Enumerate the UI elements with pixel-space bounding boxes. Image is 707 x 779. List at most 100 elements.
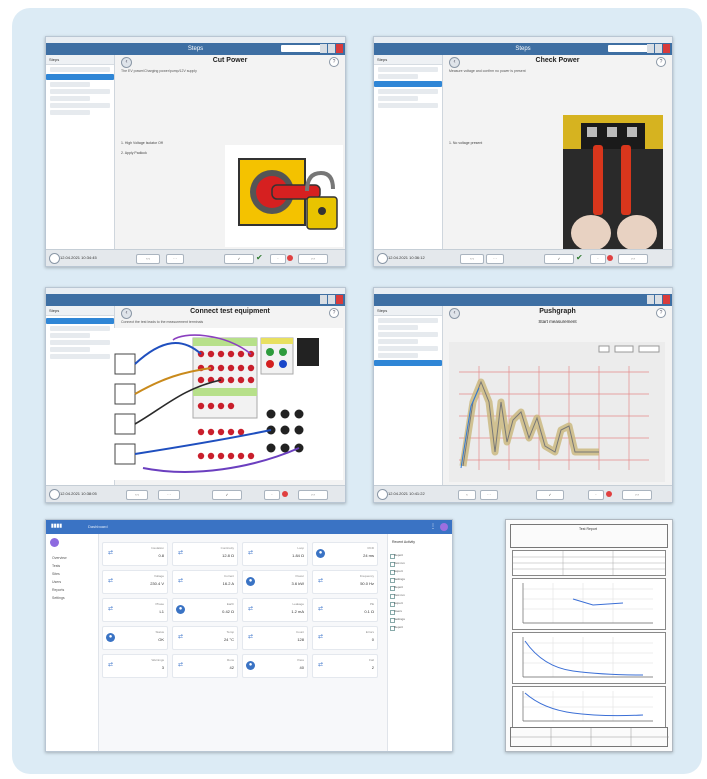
user-avatar-icon[interactable] [377, 253, 388, 264]
action-button[interactable]: · [590, 254, 606, 264]
activity-item[interactable]: Export [394, 569, 403, 573]
nav-button[interactable]: · · [480, 490, 498, 500]
metric-tile[interactable]: ⇄ Voltage 230.4 V [102, 570, 168, 594]
metric-tile[interactable]: ● Pass 40 [242, 654, 308, 678]
action-button[interactable]: · [264, 490, 280, 500]
sidebar-item[interactable] [50, 347, 90, 352]
nav-item[interactable]: Reports [52, 588, 64, 592]
nav-item[interactable]: Overview [52, 556, 67, 560]
sidebar-item[interactable] [378, 346, 438, 351]
sidebar-item[interactable] [50, 82, 90, 87]
sidebar-item-selected[interactable] [374, 81, 442, 87]
sidebar-item-selected[interactable] [374, 360, 442, 366]
sidebar-item[interactable] [378, 96, 418, 101]
activity-item[interactable]: Export [394, 601, 403, 605]
activity-item[interactable]: Settings [394, 577, 405, 581]
window-controls[interactable] [320, 44, 343, 53]
window-controls[interactable] [647, 44, 670, 53]
sidebar-item[interactable] [378, 339, 418, 344]
sidebar-item[interactable] [378, 67, 438, 72]
activity-item[interactable]: Report [394, 553, 403, 557]
metric-tile[interactable]: ⇄ Temp 24 °C [172, 626, 238, 650]
metric-tile[interactable]: ⇄ Runs 42 [172, 654, 238, 678]
nav-item[interactable]: Tests [52, 564, 60, 568]
report-footer [510, 727, 669, 747]
metric-tile[interactable]: ⇄ Frequency 50.0 Hz [312, 570, 378, 594]
nav-item[interactable]: Settings [52, 596, 65, 600]
action-button[interactable]: · [588, 490, 604, 500]
nav-button[interactable]: · · [486, 254, 504, 264]
sidebar-item[interactable] [50, 67, 110, 72]
activity-item[interactable]: Users [394, 609, 402, 613]
confirm-button[interactable]: ✓ [536, 490, 564, 500]
sidebar-item[interactable] [378, 74, 418, 79]
sidebar-item[interactable] [378, 332, 438, 337]
sidebar-item[interactable] [50, 326, 110, 331]
user-avatar-icon[interactable] [377, 489, 388, 500]
prev-button[interactable]: ‹ [458, 490, 476, 500]
activity-item[interactable]: Report [394, 625, 403, 629]
search-input[interactable] [608, 45, 648, 52]
metric-tile[interactable]: ● Earth 0.42 Ω [172, 598, 238, 622]
next-button[interactable]: › › [298, 490, 328, 500]
action-button[interactable]: · [270, 254, 286, 264]
window-controls[interactable] [320, 295, 343, 304]
sidebar-item-selected[interactable] [46, 318, 114, 324]
nav-item[interactable]: Sites [52, 572, 60, 576]
sidebar-item[interactable] [50, 340, 110, 345]
confirm-button[interactable]: ✓ [212, 490, 242, 500]
next-button[interactable]: › › [622, 490, 652, 500]
stop-icon[interactable] [606, 491, 612, 497]
metric-tile[interactable]: ⇄ Current 16.2 A [172, 570, 238, 594]
user-avatar-icon[interactable] [440, 523, 448, 531]
sidebar-item[interactable] [50, 89, 110, 94]
metric-tile[interactable]: ⇄ Count 128 [242, 626, 308, 650]
activity-item[interactable]: Test run [394, 593, 405, 597]
confirm-button[interactable]: ✓ [224, 254, 254, 264]
metric-tile[interactable]: ⇄ Continuity 12.8 Ω [172, 542, 238, 566]
user-avatar-icon[interactable] [49, 253, 60, 264]
sidebar-item[interactable] [50, 333, 90, 338]
sidebar-item[interactable] [50, 110, 90, 115]
sidebar-item[interactable] [378, 89, 438, 94]
stop-icon[interactable] [607, 255, 613, 261]
sidebar-item[interactable] [378, 353, 418, 358]
metric-tile[interactable]: ⇄ Leakage 1.2 mA [242, 598, 308, 622]
metric-tile[interactable]: ⇄ Errors 0 [312, 626, 378, 650]
nav-button[interactable]: · · [166, 254, 184, 264]
sidebar-item[interactable] [50, 103, 110, 108]
sidebar-item[interactable] [50, 354, 110, 359]
metric-tile[interactable]: ● RCD 24 ms [312, 542, 378, 566]
nav-button[interactable]: · · [158, 490, 180, 500]
metric-tile[interactable]: ● Power 3.6 kW [242, 570, 308, 594]
metric-tile[interactable]: ⇄ Fail 2 [312, 654, 378, 678]
metric-tile[interactable]: ⇄ PE 0.1 Ω [312, 598, 378, 622]
metric-tile[interactable]: ⇄ Insulation 0.8 [102, 542, 168, 566]
metric-tile[interactable]: ⇄ Warnings 3 [102, 654, 168, 678]
profile-icon[interactable] [50, 538, 59, 547]
window-controls[interactable] [647, 295, 670, 304]
confirm-button[interactable]: ✓ [544, 254, 574, 264]
stop-icon[interactable] [287, 255, 293, 261]
nav-item[interactable]: Users [52, 580, 61, 584]
sidebar-item[interactable] [378, 103, 438, 108]
metric-tile[interactable]: ⇄ Phase L1 [102, 598, 168, 622]
next-button[interactable]: › › [618, 254, 648, 264]
metric-tile[interactable]: ⇄ Loop 1.84 Ω [242, 542, 308, 566]
activity-item[interactable]: Settings [394, 617, 405, 621]
prev-button[interactable]: ‹ ‹ [136, 254, 160, 264]
sidebar-item[interactable] [378, 318, 438, 323]
search-input[interactable] [281, 45, 321, 52]
sidebar-item[interactable] [378, 325, 418, 330]
stop-icon[interactable] [282, 491, 288, 497]
sidebar-item-selected[interactable] [46, 74, 114, 80]
menu-icon[interactable]: ⋮ [430, 523, 436, 530]
prev-button[interactable]: ‹ ‹ [126, 490, 148, 500]
user-avatar-icon[interactable] [49, 489, 60, 500]
next-button[interactable]: › › [298, 254, 328, 264]
activity-item[interactable]: Test run [394, 561, 405, 565]
activity-item[interactable]: Report [394, 585, 403, 589]
prev-button[interactable]: ‹ ‹ [460, 254, 484, 264]
metric-tile[interactable]: ● Status OK [102, 626, 168, 650]
sidebar-item[interactable] [50, 96, 90, 101]
